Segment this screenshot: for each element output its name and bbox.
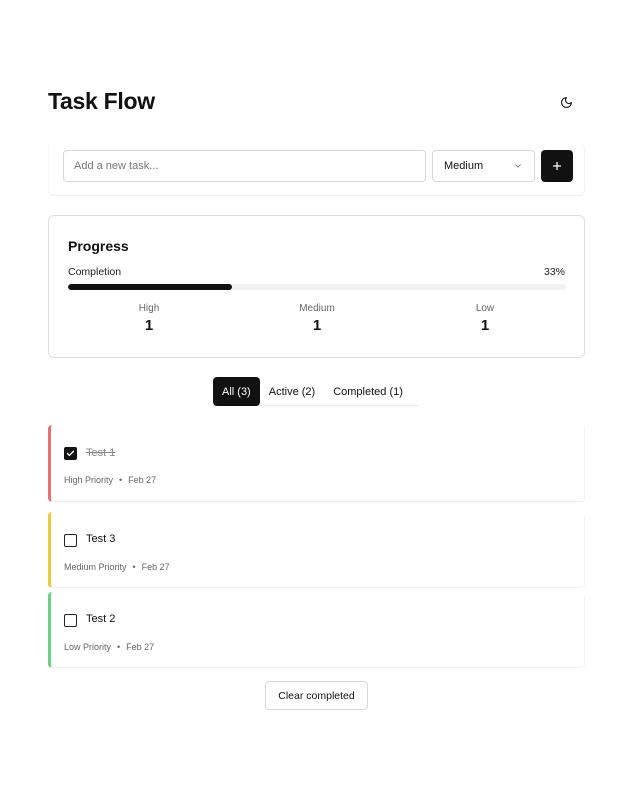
stat-label: High (138, 303, 160, 314)
stat-high: High 1 (99, 303, 199, 334)
task-checkbox[interactable] (64, 447, 77, 460)
stat-value: 1 (144, 317, 154, 334)
stat-label: Medium (299, 303, 335, 314)
new-task-input[interactable] (63, 150, 426, 182)
tab-all[interactable]: All (3) (213, 377, 260, 406)
task-priority: Low Priority (64, 642, 112, 652)
page-title: Task Flow (48, 88, 155, 114)
stat-label: Low (475, 303, 495, 314)
task-meta: Low Priority • Feb 27 (64, 642, 154, 652)
task-priority: High Priority (64, 475, 114, 485)
clear-completed-button[interactable]: Clear completed (265, 681, 368, 710)
task-date: Feb 27 (141, 562, 170, 572)
priority-select[interactable]: Medium (432, 150, 535, 182)
filter-tabs: All (3) Active (2) Completed (1) (213, 377, 419, 406)
meta-separator: • (117, 642, 121, 652)
progress-card: Progress Completion 33% High 1 Medium 1 … (48, 215, 585, 358)
meta-separator: • (119, 475, 123, 485)
task-name: Test 3 (86, 533, 116, 545)
task-item[interactable]: Test 3 Medium Priority • Feb 27 (48, 512, 585, 588)
meta-separator: • (132, 562, 136, 572)
moon-icon (560, 96, 572, 108)
theme-toggle-button[interactable] (553, 89, 579, 115)
completion-label: Completion (68, 266, 122, 278)
task-checkbox[interactable] (64, 534, 77, 547)
stat-value: 1 (312, 317, 322, 334)
plus-icon (552, 161, 562, 171)
task-priority: Medium Priority (64, 562, 127, 572)
add-task-button[interactable] (541, 150, 573, 182)
header: Task Flow (48, 86, 585, 118)
checkmark-icon (66, 450, 75, 457)
stat-value: 1 (480, 317, 490, 334)
completion-percentage: 33% (543, 266, 565, 278)
task-checkbox[interactable] (64, 614, 77, 627)
chevron-down-icon (515, 164, 521, 168)
stat-medium: Medium 1 (267, 303, 367, 334)
task-date: Feb 27 (126, 642, 155, 652)
task-name: Test 2 (86, 613, 116, 625)
priority-select-value: Medium (444, 160, 484, 172)
add-task-form: Medium (48, 142, 585, 196)
task-item[interactable]: Test 1 High Priority • Feb 27 (48, 425, 585, 502)
task-meta: High Priority • Feb 27 (64, 475, 156, 485)
task-meta: Medium Priority • Feb 27 (64, 562, 170, 572)
stat-low: Low 1 (435, 303, 535, 334)
task-date: Feb 27 (128, 475, 157, 485)
progress-title: Progress (68, 238, 129, 254)
tab-completed[interactable]: Completed (1) (324, 377, 412, 406)
task-name: Test 1 (86, 447, 116, 459)
tab-active[interactable]: Active (2) (260, 377, 324, 406)
progress-bar-fill (68, 284, 233, 290)
task-item[interactable]: Test 2 Low Priority • Feb 27 (48, 592, 585, 668)
progress-bar (68, 284, 566, 290)
